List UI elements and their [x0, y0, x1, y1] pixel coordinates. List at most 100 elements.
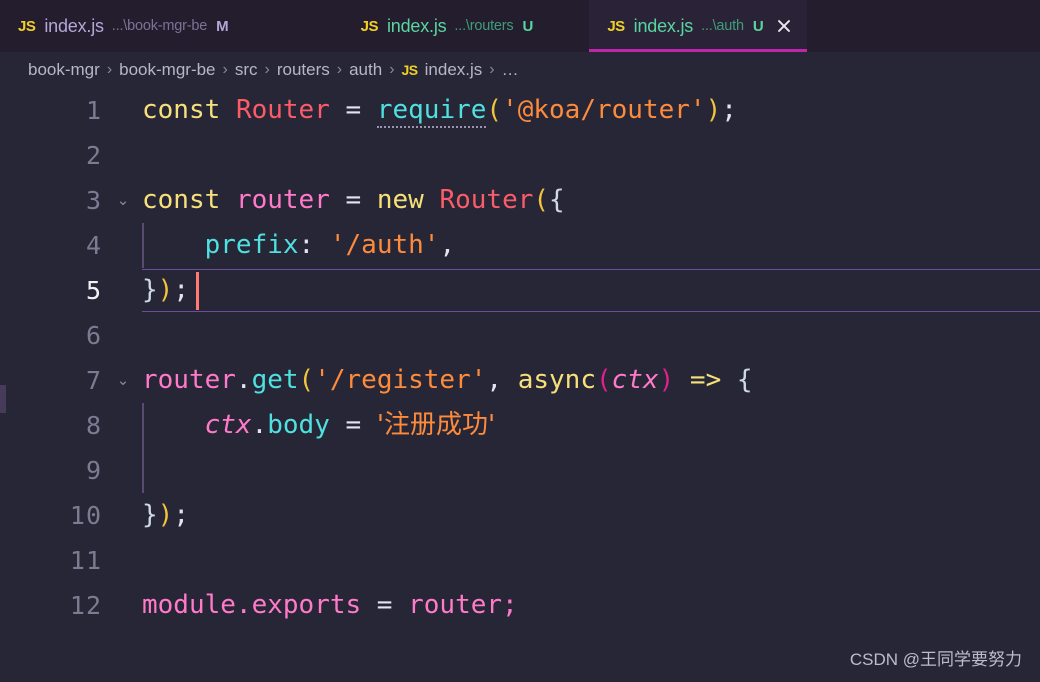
line-number: 10: [69, 501, 102, 530]
line-number: 12: [69, 591, 102, 620]
chevron-right-icon: ›: [389, 61, 395, 78]
code-content: [134, 448, 1040, 493]
code-line[interactable]: 1 const Router = require('@koa/router');: [0, 88, 1040, 133]
token-paren: (: [595, 365, 612, 395]
js-file-icon: JS: [360, 17, 379, 35]
code-content: const router = new Router({: [134, 178, 1040, 223]
tab-spacer: [243, 0, 343, 52]
token-keyword: const: [142, 185, 221, 215]
token-operator: =: [361, 590, 409, 620]
code-line[interactable]: 2: [0, 133, 1040, 178]
token-paren: (: [533, 185, 550, 215]
breadcrumb-item-routers[interactable]: routers: [277, 60, 330, 80]
token-keyword: new: [376, 185, 424, 215]
tab-index-js-auth[interactable]: JS index.js ...\auth U: [589, 0, 808, 52]
code-content: [134, 313, 1040, 358]
line-number: 9: [85, 456, 102, 485]
close-icon[interactable]: [775, 17, 793, 35]
tab-label: index.js: [633, 15, 694, 36]
chevron-right-icon: ›: [222, 61, 228, 78]
token-operator: ,: [486, 365, 518, 395]
code-line[interactable]: 11: [0, 538, 1040, 583]
code-line[interactable]: 8 ctx.body = '注册成功': [0, 403, 1040, 448]
token-operator: =: [329, 185, 377, 215]
token-variable: module: [142, 590, 236, 620]
code-content: });: [134, 268, 1040, 313]
tab-git-badge: M: [216, 17, 229, 35]
tab-description: ...\auth: [701, 18, 744, 34]
code-line[interactable]: 6: [0, 313, 1040, 358]
code-content: [134, 133, 1040, 178]
code-line[interactable]: 4 prefix: '/auth',: [0, 223, 1040, 268]
tab-git-badge: U: [752, 17, 764, 35]
js-file-icon: JS: [18, 17, 36, 35]
code-content: [134, 538, 1040, 583]
tab-description: ...\book-mgr-be: [111, 18, 208, 34]
tab-label: index.js: [386, 15, 447, 36]
tab-index-js-routers[interactable]: JS index.js ...\routers U: [342, 0, 548, 52]
token-operator: ;: [173, 275, 189, 305]
line-number: 11: [69, 546, 102, 575]
token-class: Router: [439, 185, 534, 215]
breadcrumb-item-auth[interactable]: auth: [349, 60, 382, 80]
breadcrumb-item-src[interactable]: src: [235, 60, 258, 80]
tab-index-js-book-mgr-be[interactable]: JS index.js ...\book-mgr-be M: [0, 0, 243, 52]
breadcrumb-item-book-mgr[interactable]: book-mgr: [28, 60, 100, 80]
text-cursor: [196, 272, 199, 310]
token-operator: .: [235, 365, 252, 395]
breadcrumb-item-book-mgr-be[interactable]: book-mgr-be: [119, 60, 215, 80]
token-brace: {: [549, 185, 565, 215]
code-line[interactable]: 7 ⌄ router.get('/register', async(ctx) =…: [0, 358, 1040, 403]
code-content: prefix: '/auth',: [134, 223, 1040, 268]
line-number: 7: [85, 366, 102, 395]
token-brace: {: [736, 365, 753, 395]
line-number: 2: [85, 141, 102, 170]
token-brace: }: [142, 275, 158, 305]
code-content: ctx.body = '注册成功': [134, 403, 1040, 448]
code-line[interactable]: 12 module.exports = router;: [0, 583, 1040, 628]
token-paren: ): [705, 95, 722, 125]
code-editor[interactable]: 1 const Router = require('@koa/router');…: [0, 88, 1040, 682]
tab-description: ...\routers: [454, 18, 514, 34]
token-string: '注册成功': [376, 410, 496, 440]
token-operator: .: [251, 410, 268, 440]
chevron-right-icon: ›: [336, 61, 343, 78]
token-paren: ): [157, 275, 174, 305]
token-operator: ;: [502, 590, 518, 620]
token-operator: ,: [439, 230, 456, 260]
token-operator: =: [329, 410, 377, 440]
token-parameter: ctx: [611, 365, 659, 395]
token-paren: ): [658, 365, 675, 395]
fold-indicator[interactable]: ⌄: [112, 178, 134, 223]
code-line[interactable]: 9: [0, 448, 1040, 493]
tab-label: index.js: [44, 15, 104, 36]
chevron-right-icon: ›: [264, 61, 270, 78]
token-property: body: [267, 410, 330, 440]
token-class: Router: [235, 95, 330, 125]
tab-spacer: [547, 0, 589, 52]
breadcrumb-item-index-js[interactable]: index.js: [425, 60, 483, 80]
token-operator: ;: [173, 500, 189, 530]
breadcrumb-item-symbols[interactable]: …: [502, 60, 519, 80]
token-property: exports: [251, 590, 362, 620]
token-operator: ;: [721, 95, 737, 125]
token-variable: router: [142, 365, 236, 395]
code-content: });: [134, 493, 1040, 538]
token-keyword: async: [517, 365, 596, 395]
code-line-active[interactable]: 5 });: [0, 268, 1040, 313]
breadcrumb: book-mgr › book-mgr-be › src › routers ›…: [0, 52, 1040, 88]
token-brace: }: [142, 500, 158, 530]
editor-tab-bar: JS index.js ...\book-mgr-be M JS index.j…: [0, 0, 1040, 52]
line-number: 1: [85, 96, 102, 125]
code-line[interactable]: 10 });: [0, 493, 1040, 538]
code-line[interactable]: 3 ⌄ const router = new Router({: [0, 178, 1040, 223]
token-method: get: [251, 365, 299, 395]
fold-indicator[interactable]: ⌄: [112, 358, 134, 403]
token-property-key: prefix: [204, 230, 299, 260]
token-string: '@koa/router': [502, 95, 706, 125]
line-number: 8: [85, 411, 102, 440]
